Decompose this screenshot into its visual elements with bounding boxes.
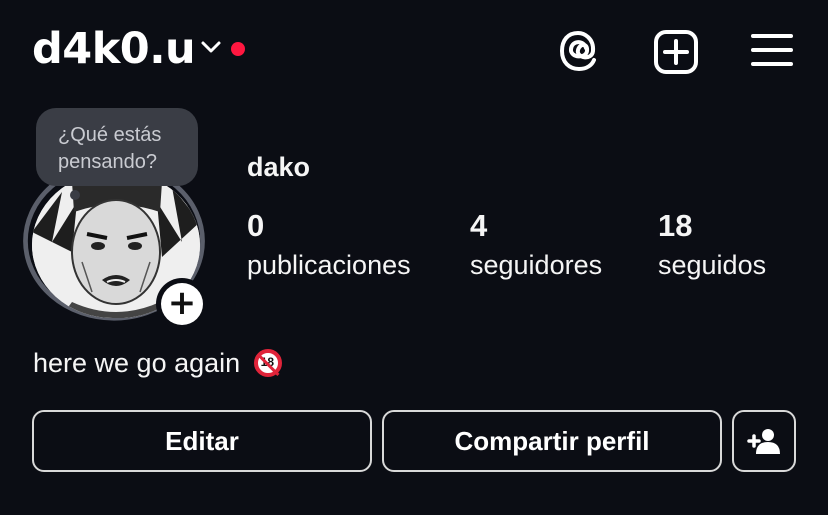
threads-icon[interactable]: [556, 28, 602, 74]
stat-following-value: 18: [658, 208, 693, 243]
edit-profile-button[interactable]: Editar: [32, 410, 372, 472]
add-story-button[interactable]: +: [156, 278, 208, 330]
hamburger-menu-icon[interactable]: [750, 32, 794, 68]
stat-followers-label: seguidores: [470, 250, 603, 280]
discover-people-button[interactable]: [732, 410, 796, 472]
stat-following-label: seguidos: [658, 250, 767, 280]
display-name: dako: [247, 152, 311, 182]
stat-followers[interactable]: 4 seguidores: [470, 208, 602, 281]
stat-posts[interactable]: 0 publicaciones: [247, 208, 411, 281]
note-bubble-tail: [70, 190, 80, 200]
notification-dot: [231, 42, 245, 56]
add-square-icon[interactable]: [652, 28, 700, 76]
bio-text: here we go again: [33, 348, 241, 378]
profile-header: d4k0.u: [0, 0, 828, 100]
note-bubble[interactable]: ¿Qué estás pensando?: [36, 108, 198, 186]
note-bubble-line-1: ¿Qué estás: [58, 124, 162, 146]
stat-followers-value: 4: [470, 208, 488, 243]
note-bubble-line-2: pensando?: [58, 151, 157, 173]
stat-posts-value: 0: [247, 208, 265, 243]
chevron-down-icon[interactable]: [200, 40, 222, 59]
stat-posts-label: publicaciones: [247, 250, 411, 280]
account-username[interactable]: d4k0.u: [32, 24, 196, 74]
no-one-under-18-icon: 18: [253, 349, 282, 377]
plus-icon: +: [161, 283, 203, 325]
add-person-icon: [747, 429, 780, 454]
share-profile-button[interactable]: Compartir perfil: [382, 410, 722, 472]
bio: here we go again 18: [33, 348, 282, 379]
stat-following[interactable]: 18 seguidos: [658, 208, 766, 281]
